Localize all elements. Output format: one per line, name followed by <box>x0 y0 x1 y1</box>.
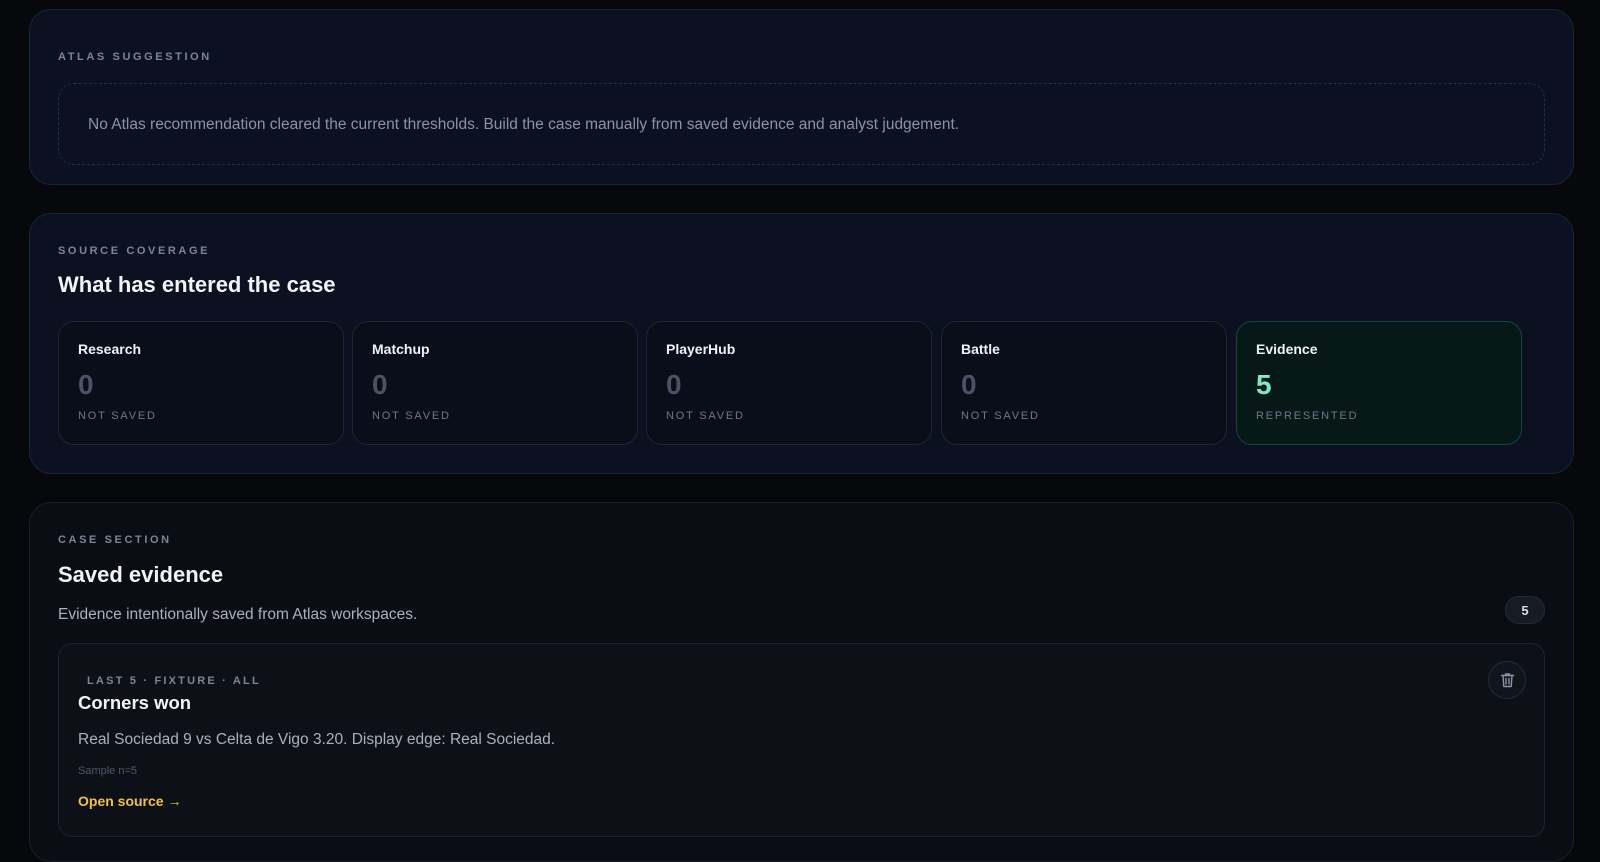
coverage-card-count: 0 <box>666 369 682 400</box>
source-coverage-panel: SOURCE COVERAGE What has entered the cas… <box>29 213 1574 474</box>
coverage-card-status: REPRESENTED <box>1256 410 1359 422</box>
case-section-panel: CASE SECTION Saved evidence Evidence int… <box>29 502 1574 862</box>
coverage-card-name: Research <box>78 341 142 357</box>
coverage-card-name: Evidence <box>1256 341 1318 357</box>
coverage-card-count: 5 <box>1256 369 1272 400</box>
coverage-card-playerhub: PlayerHub 0 NOT SAVED <box>646 321 932 445</box>
case-section-eyebrow: CASE SECTION <box>58 534 172 546</box>
case-section-title: Saved evidence <box>58 562 224 587</box>
coverage-card-status: NOT SAVED <box>961 410 1040 422</box>
coverage-card-count: 0 <box>78 369 94 400</box>
evidence-sample-size: Sample n=5 <box>78 765 138 777</box>
case-section-description: Evidence intentionally saved from Atlas … <box>58 606 418 623</box>
atlas-suggestion-eyebrow: ATLAS SUGGESTION <box>58 51 212 63</box>
atlas-suggestion-message: No Atlas recommendation cleared the curr… <box>88 116 960 133</box>
coverage-card-status: NOT SAVED <box>372 410 451 422</box>
coverage-card-count: 0 <box>961 369 977 400</box>
coverage-card-name: Battle <box>961 341 1000 357</box>
source-coverage-eyebrow: SOURCE COVERAGE <box>58 245 211 257</box>
coverage-card-battle: Battle 0 NOT SAVED <box>941 321 1227 445</box>
coverage-card-matchup: Matchup 0 NOT SAVED <box>352 321 638 445</box>
atlas-suggestion-panel: ATLAS SUGGESTION No Atlas recommendation… <box>29 9 1574 185</box>
source-coverage-title: What has entered the case <box>58 272 336 297</box>
source-coverage-cards: Research 0 NOT SAVED Matchup 0 NOT SAVED… <box>58 321 1547 445</box>
evidence-count-badge: 5 <box>1505 596 1545 624</box>
evidence-card: LAST 5 · FIXTURE · ALL Corners won Real … <box>58 643 1545 837</box>
trash-icon <box>1500 673 1514 688</box>
evidence-title: Corners won <box>78 692 192 713</box>
coverage-card-evidence: Evidence 5 REPRESENTED <box>1236 321 1522 445</box>
coverage-card-count: 0 <box>372 369 388 400</box>
coverage-card-name: Matchup <box>372 341 430 357</box>
coverage-card-status: NOT SAVED <box>78 410 157 422</box>
evidence-meta: LAST 5 · FIXTURE · ALL <box>87 675 261 687</box>
coverage-card-status: NOT SAVED <box>666 410 745 422</box>
open-source-link[interactable]: Open source → <box>78 793 181 809</box>
coverage-card-research: Research 0 NOT SAVED <box>58 321 344 445</box>
atlas-suggestion-empty-state: No Atlas recommendation cleared the curr… <box>58 83 1545 165</box>
coverage-card-name: PlayerHub <box>666 341 736 357</box>
evidence-body: Real Sociedad 9 vs Celta de Vigo 3.20. D… <box>78 731 556 748</box>
delete-evidence-button[interactable] <box>1488 661 1526 699</box>
